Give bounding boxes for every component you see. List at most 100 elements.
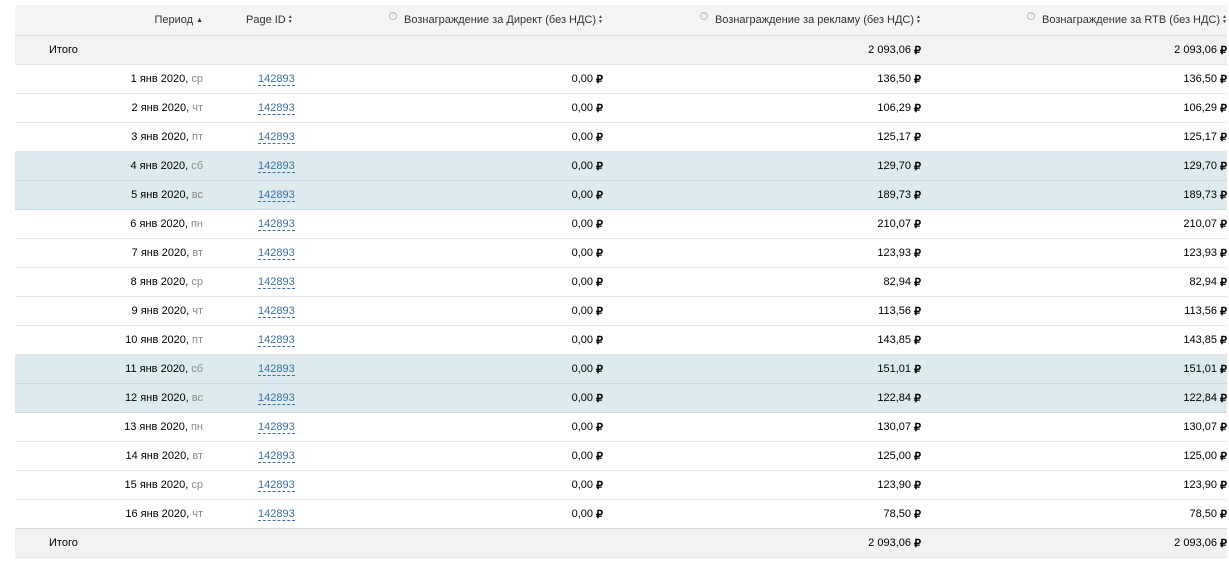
rtb-cell: 130,07 ₽ — [921, 413, 1227, 441]
ad-cell: 78,50 ₽ — [603, 500, 921, 528]
column-header-period[interactable]: Период ▲ — [15, 5, 203, 35]
ruble-sign: ₽ — [914, 73, 921, 86]
page-id-link[interactable]: 142893 — [258, 131, 295, 144]
page-id-link[interactable]: 142893 — [258, 102, 295, 115]
period-cell: 5 янв 2020, вс — [15, 181, 203, 209]
page-id-cell: 142893 — [203, 384, 295, 412]
total-rtb: 2 093,06 ₽ — [921, 529, 1227, 557]
rtb-cell: 113,56 ₽ — [921, 297, 1227, 325]
page-id-link[interactable]: 142893 — [258, 392, 295, 405]
page-id-cell: 142893 — [203, 297, 295, 325]
page-id-cell: 142893 — [203, 500, 295, 528]
date-text: 4 янв 2020 — [130, 160, 186, 172]
report-table: Период ▲ Page ID ▲ ▼ ? Вознаграждение за … — [15, 5, 1227, 558]
ruble-sign: ₽ — [1220, 421, 1227, 434]
page-id-link[interactable]: 142893 — [258, 334, 295, 347]
direct-cell: 0,00 ₽ — [295, 413, 603, 441]
ad-value: 106,29 — [877, 102, 911, 114]
date-text: 13 янв 2020 — [124, 421, 185, 433]
rtb-cell: 125,00 ₽ — [921, 442, 1227, 470]
column-header-page-id[interactable]: Page ID ▲ ▼ — [203, 5, 295, 35]
period-cell: 9 янв 2020, чт — [15, 297, 203, 325]
date-text: 9 янв 2020 — [131, 305, 187, 317]
direct-value: 0,00 — [571, 247, 593, 259]
direct-cell: 0,00 ₽ — [295, 297, 603, 325]
weekday-text: ср — [191, 73, 203, 85]
rtb-value: 78,50 — [1189, 508, 1217, 520]
date-text: 10 янв 2020 — [125, 334, 186, 346]
table-row: 13 янв 2020, пн 142893 0,00 ₽130,07 ₽130,07 ₽ — [15, 413, 1227, 442]
weekday-text: вт — [192, 247, 203, 259]
weekday-text: чт — [192, 508, 203, 520]
help-icon[interactable]: ? — [699, 12, 708, 20]
ruble-sign: ₽ — [1220, 189, 1227, 202]
direct-value: 0,00 — [571, 334, 593, 346]
total-page-id — [203, 529, 295, 557]
help-icon[interactable]: ? — [389, 12, 398, 20]
total-rtb: 2 093,06 ₽ — [921, 36, 1227, 64]
ruble-sign: ₽ — [596, 189, 603, 202]
page-id-cell: 142893 — [203, 442, 295, 470]
column-header-rtb[interactable]: ? Вознаграждение за RTB (без НДС) ▲ ▼ — [921, 5, 1227, 35]
page-id-link[interactable]: 142893 — [258, 189, 295, 202]
date-text: 3 янв 2020 — [131, 131, 186, 143]
direct-cell: 0,00 ₽ — [295, 384, 603, 412]
total-page-id — [203, 36, 295, 64]
help-icon[interactable]: ? — [1027, 12, 1036, 20]
direct-value: 0,00 — [571, 479, 593, 491]
total-rtb-value: 2 093,06 — [1174, 537, 1217, 549]
column-header-ad[interactable]: ? Вознаграждение за рекламу (без НДС) ▲ ▼ — [603, 5, 921, 35]
direct-value: 0,00 — [571, 73, 593, 85]
table-row: 16 янв 2020, чт 142893 0,00 ₽78,50 ₽78,50 ₽ — [15, 500, 1227, 529]
ad-value: 82,94 — [883, 276, 911, 288]
direct-cell: 0,00 ₽ — [295, 268, 603, 296]
direct-cell: 0,00 ₽ — [295, 181, 603, 209]
page-id-cell: 142893 — [203, 210, 295, 238]
rtb-value: 210,07 — [1183, 218, 1217, 230]
ruble-sign: ₽ — [914, 44, 921, 57]
total-rtb-value: 2 093,06 — [1174, 44, 1217, 56]
rtb-value: 122,84 — [1183, 392, 1217, 404]
ad-value: 130,07 — [877, 421, 911, 433]
column-header-page-id-label: Page ID — [246, 14, 286, 26]
page-id-link[interactable]: 142893 — [258, 305, 295, 318]
direct-value: 0,00 — [571, 508, 593, 520]
ruble-sign: ₽ — [1220, 305, 1227, 318]
ad-cell: 151,01 ₽ — [603, 355, 921, 383]
ruble-sign: ₽ — [1220, 392, 1227, 405]
direct-cell: 0,00 ₽ — [295, 65, 603, 93]
rtb-value: 151,01 — [1183, 363, 1217, 375]
table-row: 7 янв 2020, вт 142893 0,00 ₽123,93 ₽123,93 ₽ — [15, 239, 1227, 268]
page-id-link[interactable]: 142893 — [258, 160, 295, 173]
ad-cell: 130,07 ₽ — [603, 413, 921, 441]
total-ad-value: 2 093,06 — [868, 537, 911, 549]
page-id-link[interactable]: 142893 — [258, 450, 295, 463]
page-id-link[interactable]: 142893 — [258, 363, 295, 376]
page-id-link[interactable]: 142893 — [258, 276, 295, 289]
ruble-sign: ₽ — [914, 247, 921, 260]
page-id-cell: 142893 — [203, 152, 295, 180]
ad-value: 122,84 — [877, 392, 911, 404]
rtb-value: 106,29 — [1183, 102, 1217, 114]
page-id-link[interactable]: 142893 — [258, 73, 295, 86]
ruble-sign: ₽ — [596, 73, 603, 86]
ad-value: 151,01 — [877, 363, 911, 375]
page-id-link[interactable]: 142893 — [258, 247, 295, 260]
ruble-sign: ₽ — [914, 392, 921, 405]
rtb-cell: 125,17 ₽ — [921, 123, 1227, 151]
ruble-sign: ₽ — [914, 450, 921, 463]
direct-cell: 0,00 ₽ — [295, 239, 603, 267]
period-cell: 7 янв 2020, вт — [15, 239, 203, 267]
ruble-sign: ₽ — [914, 102, 921, 115]
page-id-link[interactable]: 142893 — [258, 508, 295, 521]
column-header-direct[interactable]: ? Вознаграждение за Директ (без НДС) ▲ ▼ — [295, 5, 603, 35]
ad-cell: 189,73 ₽ — [603, 181, 921, 209]
table-row: 14 янв 2020, вт 142893 0,00 ₽125,00 ₽125,00 ₽ — [15, 442, 1227, 471]
page-id-link[interactable]: 142893 — [258, 218, 295, 231]
page-id-link[interactable]: 142893 — [258, 479, 295, 492]
page-id-link[interactable]: 142893 — [258, 421, 295, 434]
ad-cell: 123,90 ₽ — [603, 471, 921, 499]
direct-cell: 0,00 ₽ — [295, 442, 603, 470]
date-text: 16 янв 2020 — [125, 508, 187, 520]
ruble-sign: ₽ — [914, 276, 921, 289]
